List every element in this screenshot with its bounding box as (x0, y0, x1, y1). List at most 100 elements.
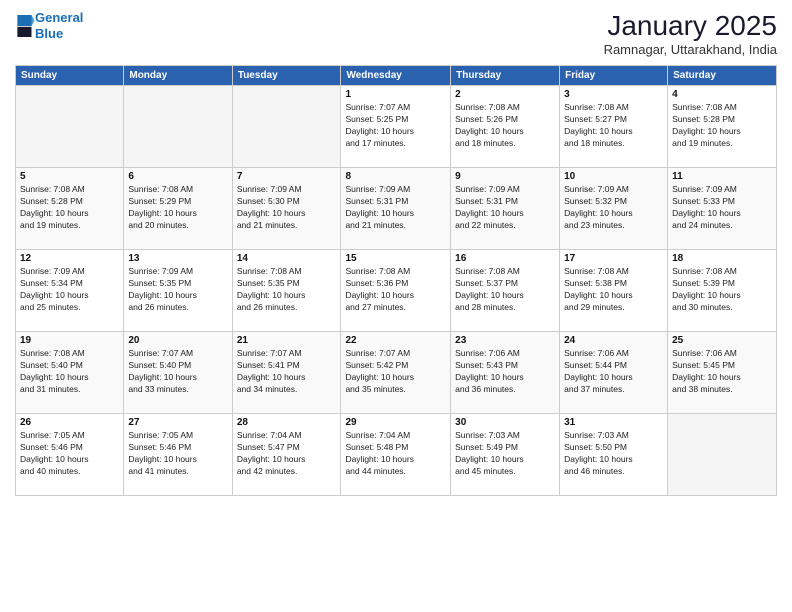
day-number: 18 (672, 253, 772, 264)
day-header-monday: Monday (124, 66, 232, 86)
day-info: Sunrise: 7:08 AM Sunset: 5:36 PM Dayligh… (345, 266, 446, 314)
day-info: Sunrise: 7:08 AM Sunset: 5:27 PM Dayligh… (564, 102, 663, 150)
calendar-cell: 30 Sunrise: 7:03 AM Sunset: 5:49 PM Dayli… (451, 414, 560, 496)
day-header-saturday: Saturday (668, 66, 777, 86)
day-info: Sunrise: 7:09 AM Sunset: 5:31 PM Dayligh… (345, 184, 446, 232)
calendar-cell: 22Sunrise: 7:07 AM Sunset: 5:42 PM Dayli… (341, 332, 451, 414)
day-number: 3 (564, 89, 663, 100)
logo: General Blue (15, 10, 83, 41)
calendar-cell: 10 Sunrise: 7:09 AM Sunset: 5:32 PM Dayli… (560, 168, 668, 250)
calendar-cell: 31 Sunrise: 7:03 AM Sunset: 5:50 PM Dayli… (560, 414, 668, 496)
logo-icon (17, 15, 35, 37)
day-info: Sunrise: 7:06 AM Sunset: 5:44 PM Dayligh… (564, 348, 663, 396)
calendar: SundayMondayTuesdayWednesdayThursdayFrid… (15, 65, 777, 496)
calendar-cell: 9 Sunrise: 7:09 AM Sunset: 5:31 PM Daylig… (451, 168, 560, 250)
calendar-cell: 3 Sunrise: 7:08 AM Sunset: 5:27 PM Daylig… (560, 86, 668, 168)
calendar-cell: 21Sunrise: 7:07 AM Sunset: 5:41 PM Dayli… (232, 332, 341, 414)
day-info: Sunrise: 7:08 AM Sunset: 5:28 PM Dayligh… (20, 184, 119, 232)
day-number: 19 (20, 335, 119, 346)
day-info: Sunrise: 7:09 AM Sunset: 5:35 PM Dayligh… (128, 266, 227, 314)
day-number: 17 (564, 253, 663, 264)
calendar-cell: 17 Sunrise: 7:08 AM Sunset: 5:38 PM Dayli… (560, 250, 668, 332)
day-info: Sunrise: 7:09 AM Sunset: 5:34 PM Dayligh… (20, 266, 119, 314)
day-number: 20 (128, 335, 227, 346)
calendar-cell: 19 Sunrise: 7:08 AM Sunset: 5:40 PM Dayli… (16, 332, 124, 414)
day-number: 26 (20, 417, 119, 428)
calendar-cell: 6 Sunrise: 7:08 AM Sunset: 5:29 PM Daylig… (124, 168, 232, 250)
day-info: Sunrise: 7:08 AM Sunset: 5:38 PM Dayligh… (564, 266, 663, 314)
day-number: 4 (672, 89, 772, 100)
calendar-cell: 13 Sunrise: 7:09 AM Sunset: 5:35 PM Dayli… (124, 250, 232, 332)
day-header-tuesday: Tuesday (232, 66, 341, 86)
calendar-cell: 7Sunrise: 7:09 AM Sunset: 5:30 PM Daylig… (232, 168, 341, 250)
day-number: 12 (20, 253, 119, 264)
day-info: Sunrise: 7:08 AM Sunset: 5:29 PM Dayligh… (128, 184, 227, 232)
day-info: Sunrise: 7:09 AM Sunset: 5:32 PM Dayligh… (564, 184, 663, 232)
calendar-cell: 5 Sunrise: 7:08 AM Sunset: 5:28 PM Daylig… (16, 168, 124, 250)
day-info: Sunrise: 7:04 AM Sunset: 5:48 PM Dayligh… (345, 430, 446, 478)
day-header-friday: Friday (560, 66, 668, 86)
calendar-cell: 2 Sunrise: 7:08 AM Sunset: 5:26 PM Daylig… (451, 86, 560, 168)
calendar-cell: 12 Sunrise: 7:09 AM Sunset: 5:34 PM Dayli… (16, 250, 124, 332)
day-number: 10 (564, 171, 663, 182)
day-number: 29 (345, 417, 446, 428)
day-info: Sunrise: 7:05 AM Sunset: 5:46 PM Dayligh… (128, 430, 227, 478)
day-info: Sunrise: 7:04 AM Sunset: 5:47 PM Dayligh… (237, 430, 337, 478)
day-number: 6 (128, 171, 227, 182)
day-info: Sunrise: 7:05 AM Sunset: 5:46 PM Dayligh… (20, 430, 119, 478)
calendar-cell: 4 Sunrise: 7:08 AM Sunset: 5:28 PM Daylig… (668, 86, 777, 168)
header: General Blue January 2025 Ramnagar, Utta… (15, 10, 777, 57)
day-info: Sunrise: 7:07 AM Sunset: 5:40 PM Dayligh… (128, 348, 227, 396)
calendar-cell (16, 86, 124, 168)
day-number: 13 (128, 253, 227, 264)
calendar-cell: 25Sunrise: 7:06 AM Sunset: 5:45 PM Dayli… (668, 332, 777, 414)
day-info: Sunrise: 7:08 AM Sunset: 5:26 PM Dayligh… (455, 102, 555, 150)
day-number: 31 (564, 417, 663, 428)
calendar-cell: 20 Sunrise: 7:07 AM Sunset: 5:40 PM Dayli… (124, 332, 232, 414)
calendar-cell: 26 Sunrise: 7:05 AM Sunset: 5:46 PM Dayli… (16, 414, 124, 496)
day-number: 9 (455, 171, 555, 182)
day-header-thursday: Thursday (451, 66, 560, 86)
day-number: 28 (237, 417, 337, 428)
calendar-cell: 15 Sunrise: 7:08 AM Sunset: 5:36 PM Dayli… (341, 250, 451, 332)
calendar-cell (124, 86, 232, 168)
day-number: 21 (237, 335, 337, 346)
day-number: 2 (455, 89, 555, 100)
day-info: Sunrise: 7:07 AM Sunset: 5:25 PM Dayligh… (345, 102, 446, 150)
day-number: 1 (345, 89, 446, 100)
day-info: Sunrise: 7:09 AM Sunset: 5:31 PM Dayligh… (455, 184, 555, 232)
day-info: Sunrise: 7:06 AM Sunset: 5:45 PM Dayligh… (672, 348, 772, 396)
calendar-cell: 1 Sunrise: 7:07 AM Sunset: 5:25 PM Daylig… (341, 86, 451, 168)
calendar-cell: 14Sunrise: 7:08 AM Sunset: 5:35 PM Dayli… (232, 250, 341, 332)
day-info: Sunrise: 7:06 AM Sunset: 5:43 PM Dayligh… (455, 348, 555, 396)
day-number: 27 (128, 417, 227, 428)
day-info: Sunrise: 7:09 AM Sunset: 5:30 PM Dayligh… (237, 184, 337, 232)
day-info: Sunrise: 7:08 AM Sunset: 5:37 PM Dayligh… (455, 266, 555, 314)
day-info: Sunrise: 7:03 AM Sunset: 5:50 PM Dayligh… (564, 430, 663, 478)
day-info: Sunrise: 7:08 AM Sunset: 5:40 PM Dayligh… (20, 348, 119, 396)
calendar-cell: 27 Sunrise: 7:05 AM Sunset: 5:46 PM Dayli… (124, 414, 232, 496)
day-info: Sunrise: 7:08 AM Sunset: 5:35 PM Dayligh… (237, 266, 337, 314)
calendar-cell: 24 Sunrise: 7:06 AM Sunset: 5:44 PM Dayli… (560, 332, 668, 414)
calendar-cell: 23 Sunrise: 7:06 AM Sunset: 5:43 PM Dayli… (451, 332, 560, 414)
calendar-cell (668, 414, 777, 496)
day-info: Sunrise: 7:09 AM Sunset: 5:33 PM Dayligh… (672, 184, 772, 232)
day-info: Sunrise: 7:08 AM Sunset: 5:28 PM Dayligh… (672, 102, 772, 150)
day-info: Sunrise: 7:07 AM Sunset: 5:42 PM Dayligh… (345, 348, 446, 396)
day-info: Sunrise: 7:03 AM Sunset: 5:49 PM Dayligh… (455, 430, 555, 478)
calendar-cell: 18Sunrise: 7:08 AM Sunset: 5:39 PM Dayli… (668, 250, 777, 332)
location-subtitle: Ramnagar, Uttarakhand, India (604, 42, 777, 57)
month-title: January 2025 (604, 10, 777, 42)
day-number: 5 (20, 171, 119, 182)
calendar-cell: 11 Sunrise: 7:09 AM Sunset: 5:33 PM Dayli… (668, 168, 777, 250)
calendar-cell: 8Sunrise: 7:09 AM Sunset: 5:31 PM Daylig… (341, 168, 451, 250)
day-number: 24 (564, 335, 663, 346)
day-number: 23 (455, 335, 555, 346)
calendar-cell: 28 Sunrise: 7:04 AM Sunset: 5:47 PM Dayli… (232, 414, 341, 496)
day-number: 15 (345, 253, 446, 264)
day-number: 16 (455, 253, 555, 264)
day-number: 11 (672, 171, 772, 182)
calendar-cell: 16 Sunrise: 7:08 AM Sunset: 5:37 PM Dayli… (451, 250, 560, 332)
title-block: January 2025 Ramnagar, Uttarakhand, Indi… (604, 10, 777, 57)
day-number: 30 (455, 417, 555, 428)
